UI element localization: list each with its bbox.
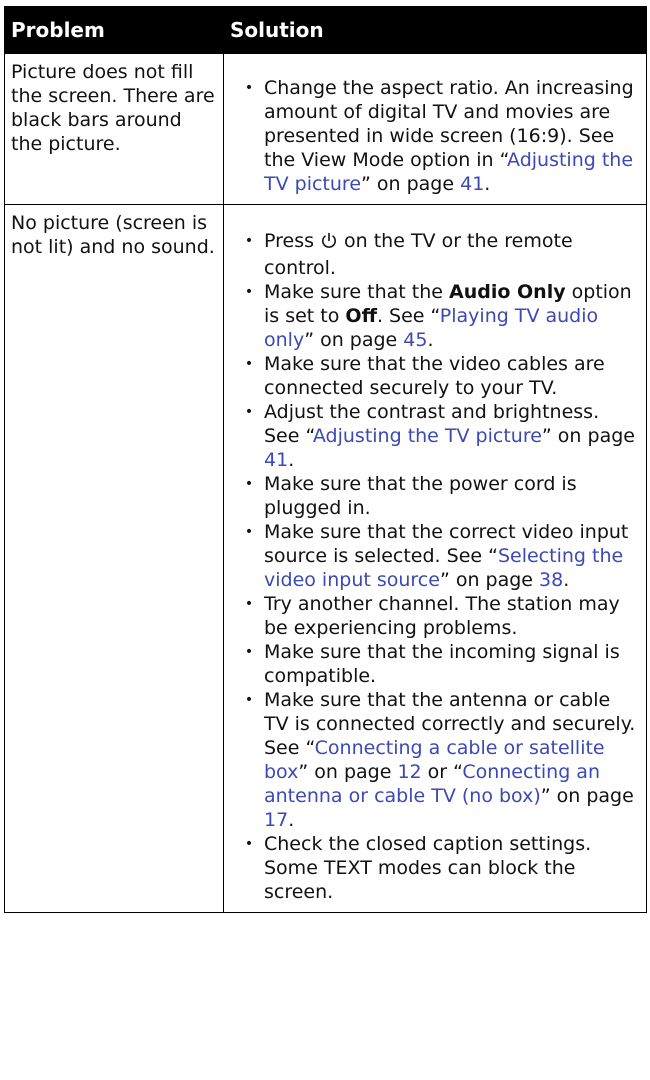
solution-text: Make sure that the incoming signal is co… [264,641,620,687]
solution-text: Press [264,230,315,252]
bullet-icon: • [244,233,254,249]
solution-item: • Make sure that the Audio Only option i… [230,280,639,352]
solution-text: ” on page [304,329,404,351]
solution-text: ” on page [541,425,635,447]
bullet-icon: • [244,836,254,852]
page-link[interactable]: 41 [460,173,484,195]
solution-text: Make sure that the video cables are conn… [264,353,605,399]
bullet-icon: • [244,524,254,540]
problem-cell: Picture does not fill the screen. There … [4,53,224,205]
bullet-icon: • [244,644,254,660]
solution-text: . See “ [376,305,440,327]
off-label: Off [345,305,377,327]
solution-item: • Make sure that the incoming signal is … [230,640,639,688]
bullet-icon: • [244,596,254,612]
bullet-icon: • [244,356,254,372]
audio-only-label: Audio Only [449,281,566,303]
solution-item: • Press on the TV or the remote control. [230,229,639,280]
header-problem: Problem [4,6,224,54]
page-link[interactable]: 12 [397,761,421,783]
solution-item: • Make sure that the correct video input… [230,520,639,592]
solution-text: ” on page [298,761,398,783]
solution-item: • Check the closed caption settings. Som… [230,832,639,904]
table-row: No picture (screen is not lit) and no so… [4,204,647,913]
solution-text: . [288,449,295,471]
solution-text: . [563,569,570,591]
solution-text: ” on page [439,569,540,591]
solution-cell: • Press on the TV or the remote control. … [223,204,647,913]
table-header-row: Problem Solution [4,6,647,54]
bullet-icon: • [244,404,254,420]
table-row: Picture does not fill the screen. There … [4,53,647,205]
solution-text: or “ [421,761,463,783]
header-solution: Solution [223,6,647,54]
troubleshooting-table: Problem Solution Picture does not fill t… [4,6,647,913]
solution-item: • Try another channel. The station may b… [230,592,639,640]
bullet-icon: • [244,80,254,96]
bullet-icon: • [244,284,254,300]
solution-list: • Press on the TV or the remote control. … [230,229,639,904]
solution-text: . [484,173,491,195]
troubleshooting-page: Problem Solution Picture does not fill t… [0,0,650,1080]
solution-list: • Change the aspect ratio. An increasing… [230,76,639,196]
page-link[interactable]: 38 [539,569,563,591]
solution-text: Try another channel. The station may be … [264,593,620,639]
bullet-icon: • [244,476,254,492]
bullet-icon: • [244,692,254,708]
solution-text: Make sure that the [264,281,449,303]
solution-item: • Make sure that the video cables are co… [230,352,639,400]
solution-item: • Make sure that the power cord is plugg… [230,472,639,520]
solution-text: ” on page [540,785,634,807]
solution-item: • Make sure that the antenna or cable TV… [230,688,639,832]
page-link[interactable]: 45 [403,329,427,351]
page-link[interactable]: 41 [264,449,288,471]
solution-text: Check the closed caption settings. Some … [264,833,592,903]
solution-text: . [427,329,434,351]
link-adjusting-tv-picture[interactable]: Adjusting the TV picture [313,425,542,447]
solution-item: • Change the aspect ratio. An increasing… [230,76,639,196]
solution-cell: • Change the aspect ratio. An increasing… [223,53,647,205]
problem-cell: No picture (screen is not lit) and no so… [4,204,224,913]
solution-text: ” on page [361,173,461,195]
solution-text: . [288,809,295,831]
power-icon [320,232,338,256]
solution-text: Make sure that the power cord is plugged… [264,473,577,519]
page-link[interactable]: 17 [264,809,288,831]
solution-item: • Adjust the contrast and brightness. Se… [230,400,639,472]
